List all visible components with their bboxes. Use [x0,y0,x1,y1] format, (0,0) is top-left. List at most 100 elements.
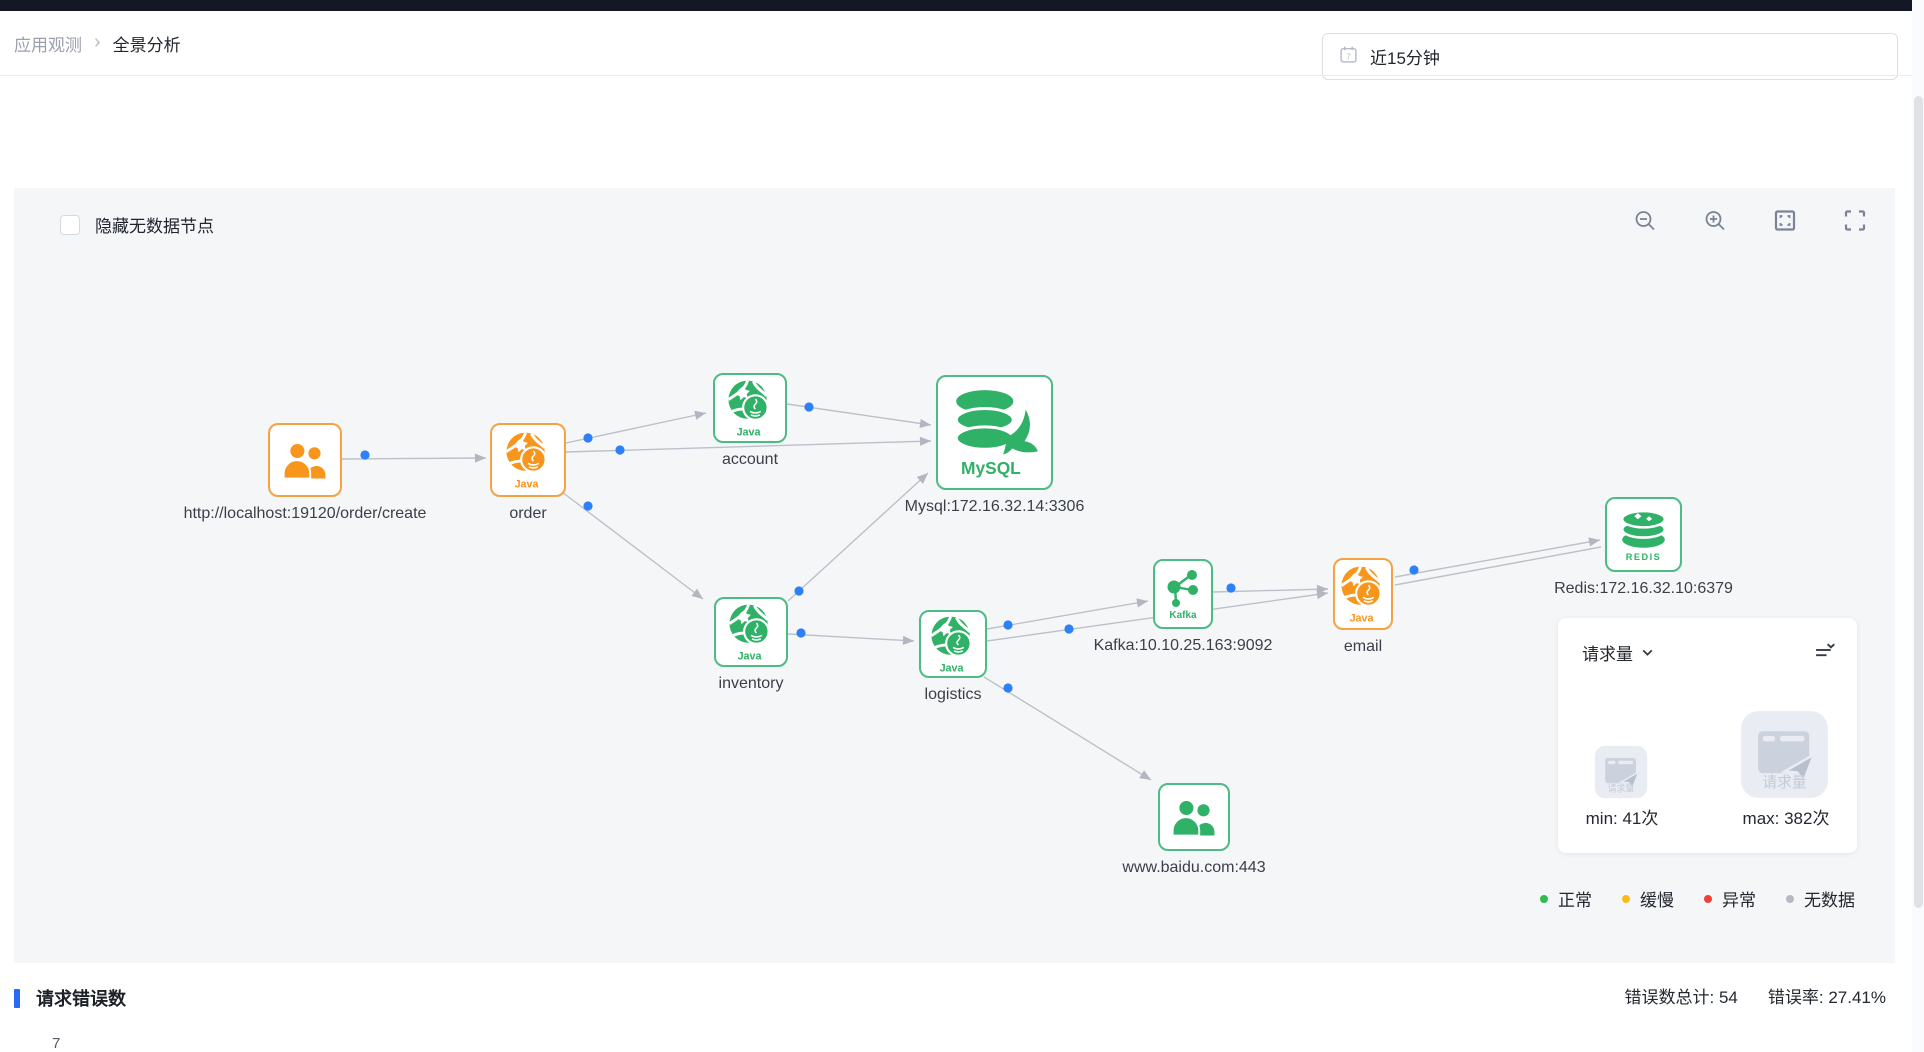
header-divider [0,75,1924,76]
svg-text:Java: Java [737,650,762,662]
edge-arrowhead [919,419,931,428]
error-rate: 错误率: 27.41% [1768,983,1886,1008]
users-icon [282,441,328,479]
edge-inventory-to-logistics [788,634,914,641]
breadcrumb-separator-icon: › [94,32,101,52]
request-volume-max-node-icon: 请求量 [1738,708,1831,806]
error-stats: 错误数总计: 54 错误率: 27.41% [1625,983,1886,1008]
breadcrumb-app-observe[interactable]: 应用观测 [14,31,82,56]
graph-toolbar [1633,208,1867,232]
java-icon: Java [505,431,552,490]
edge-traffic-dot [794,586,803,595]
graph-node-label-account: account [722,451,778,469]
svg-text:Java: Java [514,478,539,490]
topology-graph-panel: http://localhost:19120/order/create Java… [14,188,1895,963]
graph-node-mysql[interactable]: MySQL [936,375,1053,490]
title-accent-bar [14,989,20,1008]
graph-node-kafka[interactable]: Kafka [1153,559,1213,629]
breadcrumb-panorama: 全景分析 [113,31,181,56]
edge-order-to-inventory [562,492,703,599]
legend-item-nodata: 无数据 [1786,886,1855,911]
graph-node-baidu[interactable] [1158,783,1230,851]
fit-view-icon[interactable] [1773,208,1797,232]
edge-traffic-dot [1226,583,1235,592]
legend-item-error: 异常 [1704,886,1756,911]
legend-dot-slow [1622,895,1630,903]
edge-arrowhead [1139,770,1151,780]
edge-traffic-dot [1003,620,1012,629]
kafka-icon: Kafka [1161,566,1205,622]
graph-node-email[interactable]: Java [1333,558,1393,630]
edge-traffic-dot [804,402,813,411]
graph-node-label-logistics: logistics [925,686,982,704]
svg-text:请求量: 请求量 [1608,783,1635,794]
graph-node-redis[interactable]: REDIS [1605,497,1682,572]
edge-traffic-dot [583,433,592,442]
legend-label-nodata: 无数据 [1804,886,1855,911]
svg-text:MySQL: MySQL [961,457,1021,477]
errors-chart-axis-tick: 7 [52,1035,60,1052]
graph-node-logistics[interactable]: Java [919,610,987,678]
status-legend: 正常 缓慢 异常 无数据 [1540,886,1855,911]
page-scrollbar [1912,0,1924,1052]
mysql-icon: MySQL [946,386,1044,480]
time-range-value: 近15分钟 [1370,44,1440,69]
hide-empty-nodes-checkbox[interactable] [60,215,80,235]
scrollbar-thumb[interactable] [1914,96,1923,908]
page-header: 应用观测 › 全景分析 7 近15分钟 [0,11,1924,75]
edge-arrowhead [694,411,706,420]
graph-node-label-entry-localhost: http://localhost:19120/order/create [184,505,427,523]
legend-dot-error [1704,895,1712,903]
edge-arrowhead [1136,598,1148,607]
edge-arrowhead [903,636,914,645]
calendar-icon: 7 [1339,45,1358,69]
metric-selector-dropdown[interactable]: 请求量 [1582,640,1655,665]
graph-node-order[interactable]: Java [490,423,566,497]
edge-arrowhead [475,453,486,462]
request-errors-section-header: 请求错误数 错误数总计: 54 错误率: 27.41% [0,975,1924,1025]
java-icon: Java [930,615,977,674]
edge-traffic-dot [615,445,624,454]
request-volume-min-node-icon: 请求量 [1593,744,1649,805]
java-icon: Java [727,379,774,438]
legend-item-slow: 缓慢 [1622,886,1674,911]
java-icon: Java [728,603,775,662]
hide-empty-nodes-control: 隐藏无数据节点 [60,212,214,237]
graph-node-label-email: email [1344,638,1382,656]
edge-arrowhead [920,437,931,446]
svg-text:7: 7 [1346,51,1351,61]
legend-collapse-icon[interactable] [1814,641,1837,665]
top-app-bar [0,0,1924,11]
svg-text:请求量: 请求量 [1762,774,1806,791]
request-volume-min-label: min: 41次 [1586,804,1659,829]
graph-node-account[interactable]: Java [713,373,787,443]
users-icon [1171,798,1217,836]
edge-traffic-dot [583,501,592,510]
edge-inventory-to-mysql [788,473,928,601]
zoom-in-icon[interactable] [1703,208,1727,232]
call-relation-section-header: 调用关系 [0,100,1924,175]
legend-item-normal: 正常 [1540,886,1592,911]
fullscreen-icon[interactable] [1843,208,1867,232]
edge-traffic-dot [1409,565,1418,574]
graph-node-label-inventory: inventory [719,675,784,693]
java-icon: Java [1340,565,1387,624]
svg-text:REDIS: REDIS [1626,552,1662,562]
legend-label-slow: 缓慢 [1640,886,1674,911]
zoom-out-icon[interactable] [1633,208,1657,232]
request-errors-title: 请求错误数 [14,985,126,1011]
svg-text:Kafka: Kafka [1169,610,1197,621]
svg-text:Java: Java [939,662,964,674]
breadcrumb: 应用观测 › 全景分析 [14,11,181,75]
graph-node-inventory[interactable]: Java [714,597,788,667]
hide-empty-nodes-label: 隐藏无数据节点 [95,212,214,237]
edge-arrowhead [691,589,703,599]
edge-traffic-dot [1064,624,1073,633]
time-range-picker[interactable]: 7 近15分钟 [1322,33,1898,80]
error-total: 错误数总计: 54 [1625,983,1738,1008]
graph-node-entry-localhost[interactable] [268,423,342,497]
request-volume-max-label: max: 382次 [1743,804,1830,829]
graph-node-label-mysql: Mysql:172.16.32.14:3306 [905,498,1085,516]
legend-label-normal: 正常 [1558,886,1592,911]
graph-node-label-baidu: www.baidu.com:443 [1122,859,1265,877]
